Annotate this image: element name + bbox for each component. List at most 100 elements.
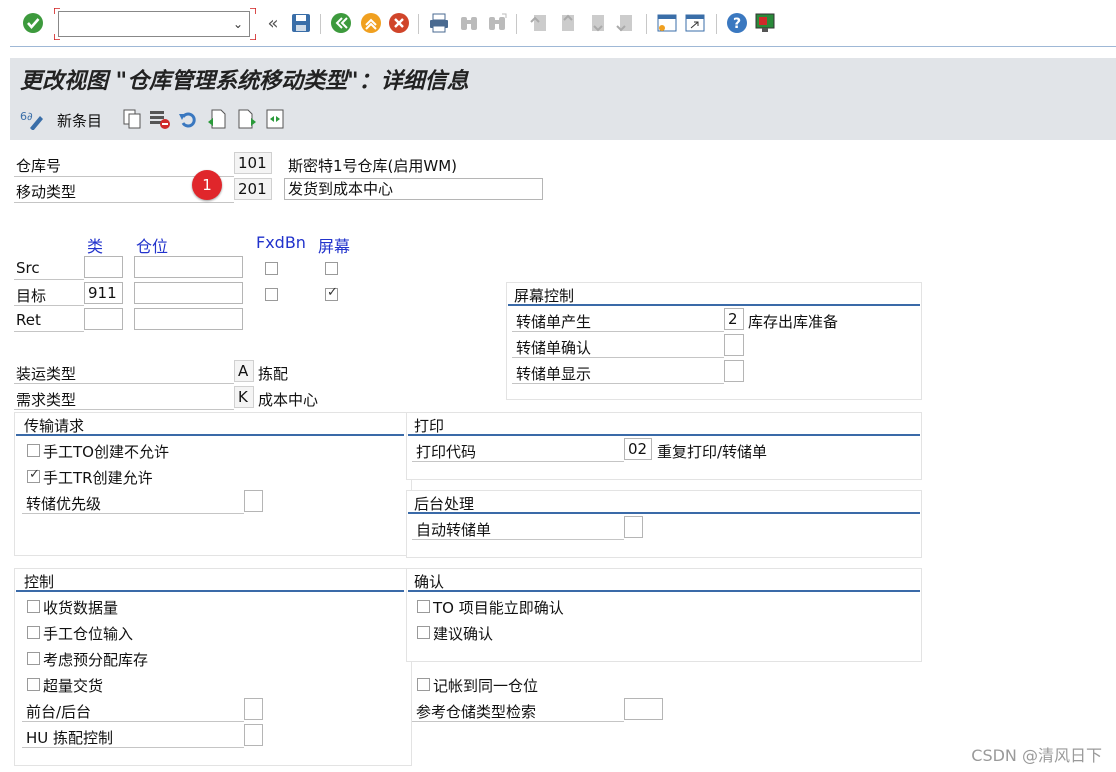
- ref-storage-type-search-label: 参考仓储类型检索: [416, 703, 537, 721]
- preallocated-stock-checkbox[interactable]: [27, 652, 40, 665]
- col-type-header: 类: [87, 237, 104, 256]
- dest-screen-checkbox[interactable]: ✓: [325, 285, 338, 301]
- return-type-field[interactable]: [84, 308, 123, 330]
- src-fixed-bin-checkbox[interactable]: [265, 262, 278, 275]
- to-confirmation-field[interactable]: [724, 334, 744, 356]
- requirement-type-description: 成本中心: [258, 391, 319, 409]
- display-change-icon[interactable]: 6∂: [20, 108, 46, 134]
- to-creation-description: 库存出库准备: [748, 313, 839, 331]
- row-return-label: Ret: [16, 311, 41, 329]
- new-session-icon[interactable]: [656, 12, 678, 34]
- enter-icon[interactable]: [22, 12, 44, 34]
- svg-text:?: ?: [733, 16, 741, 32]
- propose-confirm-checkbox[interactable]: [417, 626, 430, 639]
- help-icon[interactable]: ?: [726, 12, 748, 34]
- shipping-type-description: 拣配: [258, 365, 289, 383]
- choose-icon[interactable]: [264, 108, 286, 134]
- dest-fixed-bin-checkbox[interactable]: [265, 288, 278, 301]
- command-field[interactable]: ⌄: [58, 11, 250, 37]
- print-title: 打印: [414, 417, 445, 435]
- cancel-icon[interactable]: [388, 12, 410, 34]
- requirement-type-label: 需求类型: [16, 391, 77, 409]
- transfer-priority-label: 转储优先级: [26, 495, 102, 513]
- requirement-type-field: K: [234, 386, 254, 408]
- manual-bin-entry-label: 手工仓位输入: [43, 625, 134, 643]
- auto-to-label: 自动转储单: [416, 521, 492, 539]
- checkmark-icon: ✓: [327, 285, 338, 300]
- undo-icon[interactable]: [177, 108, 199, 134]
- auto-to-field[interactable]: [624, 516, 643, 538]
- confirmation-title: 确认: [414, 573, 445, 591]
- col-screen-header: 屏幕: [318, 237, 351, 256]
- print-code-label: 打印代码: [416, 443, 477, 461]
- dest-type-field[interactable]: 911: [84, 282, 123, 304]
- to-creation-label: 转储单产生: [516, 313, 592, 331]
- collapse-icon[interactable]: «: [262, 12, 284, 34]
- customize-layout-icon[interactable]: [754, 12, 776, 34]
- find-next-icon[interactable]: [486, 12, 508, 34]
- transfer-request-title: 传输请求: [24, 417, 85, 435]
- dest-bin-field[interactable]: [134, 282, 243, 304]
- manual-tr-allowed-checkbox[interactable]: ✓: [27, 467, 40, 483]
- transfer-priority-field[interactable]: [244, 490, 263, 512]
- manual-bin-entry-checkbox[interactable]: [27, 626, 40, 639]
- foreground-background-field[interactable]: [244, 698, 263, 720]
- background-processing-title: 后台处理: [414, 495, 475, 513]
- page-title: 更改视图 "仓库管理系统移动类型"：详细信息: [20, 68, 469, 94]
- src-screen-checkbox[interactable]: [325, 262, 338, 275]
- shipping-type-field: A: [234, 360, 254, 382]
- save-icon[interactable]: [290, 12, 312, 34]
- src-type-field[interactable]: [84, 256, 123, 278]
- to-display-field[interactable]: [724, 360, 744, 382]
- post-same-bin-label: 记帐到同一仓位: [433, 677, 539, 695]
- manual-to-not-allowed-checkbox[interactable]: [27, 444, 40, 457]
- col-bin-header: 仓位: [136, 237, 169, 256]
- print-code-field[interactable]: 02: [624, 438, 652, 460]
- propose-confirm-label: 建议确认: [433, 625, 494, 643]
- foreground-background-label: 前台/后台: [26, 703, 92, 721]
- col-fixed-bin-header: FxdBn: [256, 233, 306, 252]
- application-toolbar: [10, 98, 1116, 140]
- immediate-confirm-checkbox[interactable]: [417, 600, 430, 613]
- warehouse-field: 101: [234, 152, 272, 174]
- delete-icon[interactable]: [148, 108, 170, 134]
- warehouse-description: 斯密特1号仓库(启用WM): [288, 157, 458, 175]
- new-entries-button[interactable]: 新条目: [57, 110, 102, 131]
- annotation-badge: 1: [192, 170, 222, 200]
- to-confirmation-label: 转储单确认: [516, 339, 592, 357]
- chevron-down-icon[interactable]: ⌄: [233, 17, 243, 31]
- to-creation-field[interactable]: 2: [724, 308, 744, 330]
- print-icon[interactable]: [428, 12, 450, 34]
- exit-icon[interactable]: [360, 12, 382, 34]
- hu-picking-control-label: HU 拣配控制: [26, 729, 114, 747]
- to-display-label: 转储单显示: [516, 365, 592, 383]
- system-toolbar: ⌄ « ?: [0, 0, 1116, 46]
- find-icon[interactable]: [458, 12, 480, 34]
- control-title: 控制: [24, 573, 55, 591]
- movement-type-field: 201: [234, 178, 272, 200]
- movement-type-description[interactable]: 发货到成本中心: [284, 178, 543, 200]
- post-same-bin-checkbox[interactable]: [417, 678, 430, 691]
- ref-storage-type-search-field[interactable]: [624, 698, 663, 720]
- shortcut-icon[interactable]: [684, 12, 706, 34]
- gr-data-quantity-label: 收货数据量: [43, 599, 119, 617]
- manual-tr-allowed-label: 手工TR创建允许: [43, 469, 153, 487]
- next-page-icon[interactable]: [586, 12, 608, 34]
- previous-entry-icon[interactable]: [206, 108, 228, 134]
- first-page-icon[interactable]: [528, 12, 550, 34]
- gr-data-quantity-checkbox[interactable]: [27, 600, 40, 613]
- next-entry-icon[interactable]: [236, 108, 258, 134]
- back-icon[interactable]: [330, 12, 352, 34]
- shipping-type-label: 装运类型: [16, 365, 77, 383]
- over-delivery-label: 超量交货: [43, 677, 104, 695]
- src-bin-field[interactable]: [134, 256, 243, 278]
- over-delivery-checkbox[interactable]: [27, 678, 40, 691]
- row-src-label: Src: [16, 259, 40, 277]
- watermark: CSDN @清风日下: [971, 746, 1102, 765]
- last-page-icon[interactable]: [614, 12, 636, 34]
- copy-icon[interactable]: [121, 108, 143, 134]
- previous-page-icon[interactable]: [556, 12, 578, 34]
- hu-picking-control-field[interactable]: [244, 724, 263, 746]
- return-bin-field[interactable]: [134, 308, 243, 330]
- preallocated-stock-label: 考虑预分配库存: [43, 651, 149, 669]
